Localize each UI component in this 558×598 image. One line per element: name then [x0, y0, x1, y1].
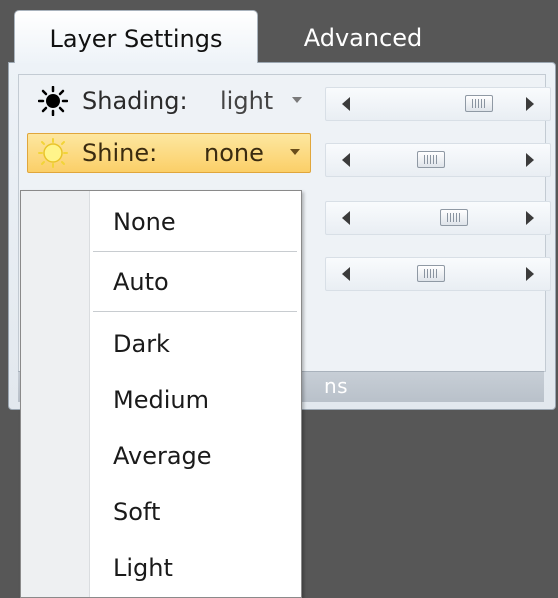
- panel-footer-label: ns: [324, 374, 349, 398]
- slider-right-arrow-icon[interactable]: [526, 153, 534, 167]
- shine-dropdown-menu: None Auto Dark Medium Average Soft Light: [20, 190, 302, 598]
- slider-thumb[interactable]: [417, 265, 446, 282]
- slider-left-arrow-icon[interactable]: [342, 267, 350, 281]
- menu-item-medium[interactable]: Medium: [113, 375, 293, 425]
- menu-separator: [93, 311, 297, 312]
- slider-thumb[interactable]: [417, 151, 446, 168]
- slider-thumb[interactable]: [440, 209, 469, 226]
- menu-item-none[interactable]: None: [113, 197, 293, 247]
- shading-slider[interactable]: [325, 87, 551, 121]
- menu-item-auto[interactable]: Auto: [113, 257, 293, 307]
- menu-icon-gutter: [21, 191, 90, 597]
- black-sun-icon: [38, 86, 68, 116]
- slider-4[interactable]: [325, 257, 551, 291]
- chevron-down-icon: [290, 149, 300, 155]
- chevron-down-icon: [292, 97, 302, 103]
- tab-advanced[interactable]: Advanced: [258, 10, 468, 62]
- menu-item-average[interactable]: Average: [113, 431, 293, 481]
- menu-item-dark[interactable]: Dark: [113, 319, 293, 369]
- menu-separator: [93, 251, 297, 252]
- tab-strip: Layer Settings Advanced: [0, 0, 558, 63]
- shine-slider[interactable]: [325, 143, 551, 177]
- shading-value: light: [220, 87, 274, 115]
- slider-left-arrow-icon[interactable]: [342, 153, 350, 167]
- menu-item-soft[interactable]: Soft: [113, 487, 293, 537]
- shading-label: Shading:: [82, 87, 188, 115]
- yellow-sun-icon: [38, 138, 68, 168]
- slider-thumb[interactable]: [464, 95, 493, 112]
- slider-right-arrow-icon[interactable]: [526, 267, 534, 281]
- shine-label: Shine:: [82, 139, 158, 167]
- tab-layer-settings[interactable]: Layer Settings: [14, 10, 258, 63]
- shine-value: none: [204, 139, 264, 167]
- slider-left-arrow-icon[interactable]: [342, 97, 350, 111]
- slider-right-arrow-icon[interactable]: [526, 97, 534, 111]
- shine-dropdown-button[interactable]: Shine: none: [27, 133, 311, 173]
- slider-3[interactable]: [325, 201, 551, 235]
- slider-left-arrow-icon[interactable]: [342, 211, 350, 225]
- menu-item-light[interactable]: Light: [113, 543, 293, 593]
- slider-right-arrow-icon[interactable]: [526, 211, 534, 225]
- shading-dropdown-button[interactable]: Shading: light: [27, 81, 315, 121]
